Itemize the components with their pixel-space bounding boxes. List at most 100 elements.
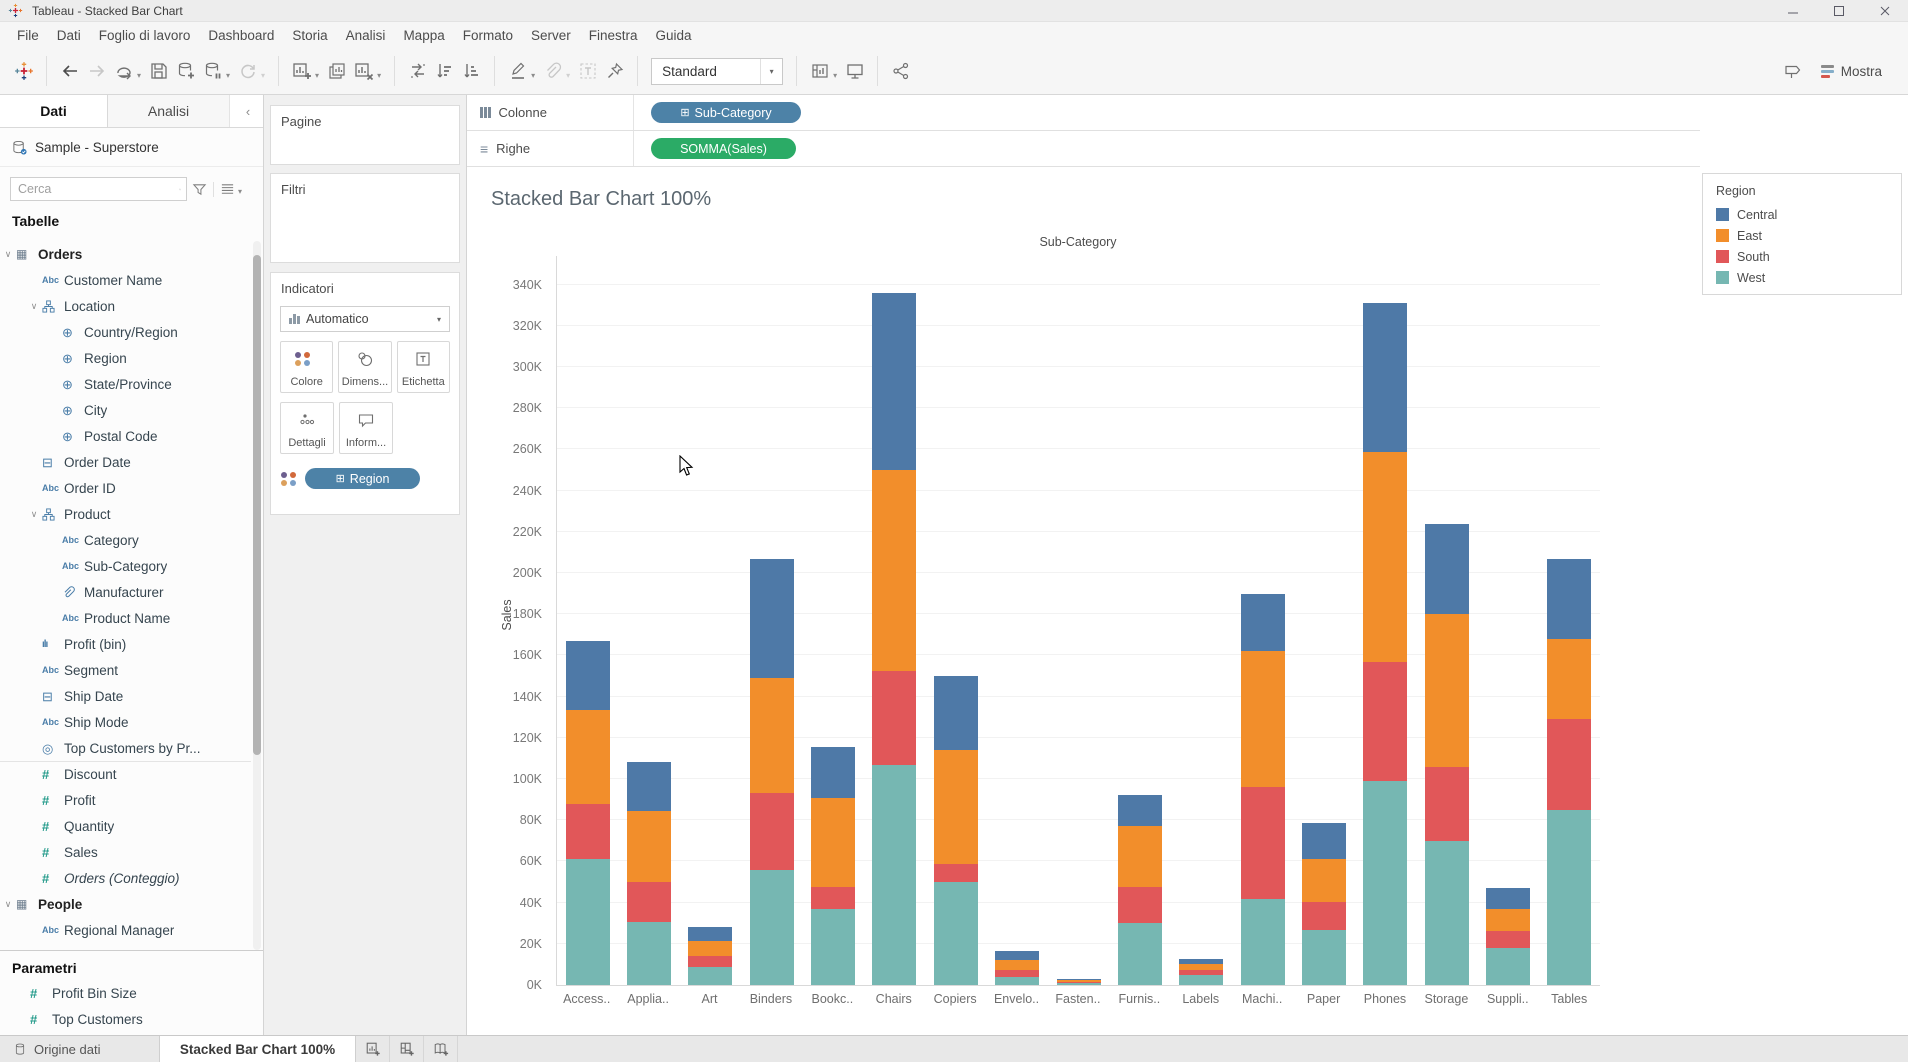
color-button[interactable]: Colore (280, 341, 333, 393)
view-options-icon[interactable]: ▾ (213, 182, 242, 197)
fields-scrollbar-thumb[interactable] (253, 255, 261, 755)
x-axis-label-access[interactable]: Access.. (556, 992, 617, 1006)
field-product[interactable]: ∨Product (0, 501, 251, 527)
size-button[interactable]: Dimens... (338, 341, 391, 393)
new-worksheet-icon[interactable] (356, 1036, 390, 1062)
bar-segment-copiers-east[interactable] (934, 750, 978, 863)
bar-segment-envelo-south[interactable] (995, 970, 1039, 977)
legend-item-central[interactable]: Central (1703, 204, 1901, 225)
show-mark-labels-icon[interactable] (574, 57, 601, 85)
column-field-header[interactable]: Sub-Category (556, 235, 1600, 249)
mark-type-dropdown[interactable]: Automatico ▾ (280, 306, 450, 332)
field-people[interactable]: ∨▦People (0, 891, 251, 917)
show-hide-cards-caret-icon[interactable]: ▾ (833, 71, 837, 80)
field-customer-name[interactable]: AbcCustomer Name (0, 267, 251, 293)
tableau-home-icon[interactable] (10, 57, 37, 85)
collapse-chevron-icon[interactable]: ∨ (0, 899, 16, 910)
clear-sheet-caret-icon[interactable]: ▾ (377, 71, 381, 80)
rows-shelf[interactable]: ≡ Righe SOMMA(Sales) (467, 131, 1700, 167)
x-axis-label-applia[interactable]: Applia.. (617, 992, 678, 1006)
bar-segment-binders-central[interactable] (750, 559, 794, 679)
x-axis-label-labels[interactable]: Labels (1170, 992, 1231, 1006)
pill-somma-sales[interactable]: SOMMA(Sales) (651, 138, 796, 159)
x-axis-label-copiers[interactable]: Copiers (924, 992, 985, 1006)
collapse-pane-icon[interactable]: ‹ (233, 95, 263, 127)
bar-segment-applia-south[interactable] (627, 882, 671, 922)
sort-descending-icon[interactable] (458, 57, 485, 85)
x-axis-label-art[interactable]: Art (679, 992, 740, 1006)
field-location[interactable]: ∨Location (0, 293, 251, 319)
x-axis-label-bookc[interactable]: Bookc.. (802, 992, 863, 1006)
menu-item-dashboard[interactable]: Dashboard (199, 28, 283, 43)
paperclip-caret-icon[interactable]: ▾ (566, 71, 570, 80)
columns-shelf[interactable]: Colonne ⊞ Sub-Category (467, 95, 1700, 131)
bar-segment-suppli-south[interactable] (1486, 931, 1530, 948)
field-orders[interactable]: ∨▦Orders (0, 241, 251, 267)
new-story-icon[interactable] (424, 1036, 458, 1062)
collapse-chevron-icon[interactable]: ∨ (0, 249, 16, 260)
bar-segment-paper-central[interactable] (1302, 823, 1346, 859)
bar-segment-tables-west[interactable] (1547, 810, 1591, 985)
bar-segment-furnis-south[interactable] (1118, 887, 1162, 923)
label-button[interactable]: Etichetta (397, 341, 450, 393)
bar-segment-chairs-west[interactable] (872, 765, 916, 985)
bar-segment-paper-south[interactable] (1302, 902, 1346, 931)
x-axis-label-phones[interactable]: Phones (1354, 992, 1415, 1006)
data-source-row[interactable]: Sample - Superstore (0, 128, 263, 167)
bar-segment-furnis-central[interactable] (1118, 795, 1162, 826)
menu-item-dati[interactable]: Dati (48, 28, 90, 43)
share-icon[interactable] (887, 57, 914, 85)
highlight-caret-icon[interactable]: ▾ (531, 71, 535, 80)
filter-fields-icon[interactable] (187, 182, 211, 197)
search-input[interactable] (11, 182, 179, 196)
add-data-source-icon[interactable] (172, 57, 199, 85)
bar-segment-applia-east[interactable] (627, 811, 671, 882)
bar-segment-art-central[interactable] (688, 927, 732, 940)
bar-segment-phones-south[interactable] (1363, 662, 1407, 782)
pause-data-updates-icon[interactable] (199, 57, 226, 85)
bar-segment-applia-central[interactable] (627, 762, 671, 811)
bar-segment-copiers-central[interactable] (934, 676, 978, 750)
field-sales[interactable]: #Sales (0, 839, 251, 865)
field-region[interactable]: ⊕Region (0, 345, 251, 371)
tab-analisi[interactable]: Analisi (108, 95, 230, 127)
field-category[interactable]: AbcCategory (0, 527, 251, 553)
filters-card[interactable]: Filtri (270, 173, 460, 263)
sheet-tab-active[interactable]: Stacked Bar Chart 100% (160, 1036, 356, 1062)
bar-segment-storage-central[interactable] (1425, 524, 1469, 615)
bar-segment-phones-central[interactable] (1363, 303, 1407, 451)
minimize-button[interactable] (1770, 0, 1816, 21)
bar-segment-envelo-west[interactable] (995, 977, 1039, 985)
bar-segment-bookc-east[interactable] (811, 798, 855, 888)
bar-segment-storage-south[interactable] (1425, 767, 1469, 841)
bar-segment-bookc-central[interactable] (811, 747, 855, 798)
bar-segment-chairs-central[interactable] (872, 293, 916, 470)
field-profit[interactable]: #Profit (0, 787, 251, 813)
x-axis-label-tables[interactable]: Tables (1539, 992, 1600, 1006)
fit-selector-caret-icon[interactable]: ▾ (760, 59, 782, 84)
plot-area[interactable] (556, 256, 1600, 986)
legend-item-south[interactable]: South (1703, 246, 1901, 267)
bar-segment-furnis-west[interactable] (1118, 923, 1162, 985)
highlight-icon[interactable] (504, 57, 531, 85)
field-order-id[interactable]: AbcOrder ID (0, 475, 251, 501)
menu-item-storia[interactable]: Storia (283, 28, 336, 43)
pill-region[interactable]: ⊞ Region (305, 468, 420, 489)
bar-segment-paper-west[interactable] (1302, 930, 1346, 985)
bar-segment-machi-central[interactable] (1241, 594, 1285, 652)
bar-segment-copiers-west[interactable] (934, 882, 978, 985)
bar-segment-suppli-west[interactable] (1486, 948, 1530, 985)
menu-item-file[interactable]: File (8, 28, 48, 43)
bar-segment-phones-west[interactable] (1363, 781, 1407, 985)
x-axis-label-chairs[interactable]: Chairs (863, 992, 924, 1006)
bar-segment-art-east[interactable] (688, 941, 732, 957)
x-axis-label-envelo[interactable]: Envelo.. (986, 992, 1047, 1006)
fit-selector[interactable]: Standard ▾ (651, 58, 783, 85)
bar-segment-labels-west[interactable] (1179, 975, 1223, 985)
legend-card[interactable]: Region CentralEastSouthWest (1702, 173, 1902, 295)
bar-segment-copiers-south[interactable] (934, 864, 978, 883)
bar-segment-machi-south[interactable] (1241, 787, 1285, 898)
field-top-customers-by-pr[interactable]: ◎Top Customers by Pr... (0, 735, 251, 761)
swap-rows-columns-icon[interactable] (404, 57, 431, 85)
bar-segment-applia-west[interactable] (627, 922, 671, 985)
